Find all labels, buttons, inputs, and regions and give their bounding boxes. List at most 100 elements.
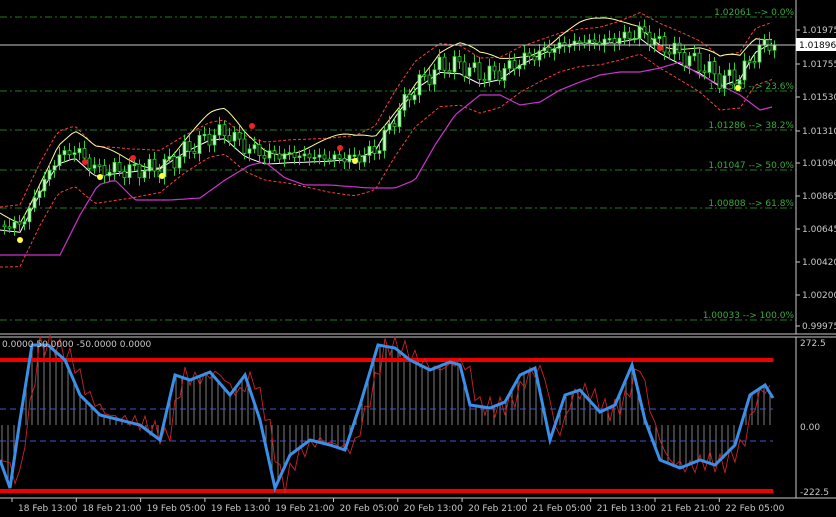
candle-body xyxy=(267,150,272,159)
candle-body xyxy=(547,47,552,53)
candle-body xyxy=(422,74,427,77)
candle-body xyxy=(507,60,512,69)
candle-body xyxy=(467,67,472,77)
candle-body xyxy=(637,26,642,39)
candle-body xyxy=(722,75,727,89)
candle-body xyxy=(377,150,382,154)
candle-body xyxy=(662,36,667,53)
candle-body xyxy=(652,38,657,46)
candle-body xyxy=(102,165,107,177)
candle-body xyxy=(52,165,57,171)
candle-body xyxy=(602,38,607,46)
candle-body xyxy=(247,148,252,154)
candle-body xyxy=(537,50,542,61)
candle-body xyxy=(227,135,232,142)
candle-body xyxy=(62,150,67,156)
candle-body xyxy=(217,124,222,136)
candle-body xyxy=(617,37,622,45)
price-tick-label: 1.00200 xyxy=(802,291,836,301)
candle-body xyxy=(42,178,47,192)
candle-body xyxy=(87,157,92,169)
candle-body xyxy=(252,144,257,150)
candle-body xyxy=(272,150,277,155)
price-tick-label: 1.00865 xyxy=(802,192,836,202)
oscillator-pane[interactable]: 0.0000 50.0000 -50.0000 0.0000 xyxy=(0,334,775,494)
candle-body xyxy=(197,134,202,154)
candle-body xyxy=(312,156,317,160)
candle-body xyxy=(647,31,652,46)
candle-body xyxy=(632,37,637,41)
candle-body xyxy=(67,150,72,155)
candle-body xyxy=(747,60,752,63)
candle-body xyxy=(382,129,387,152)
price-tick-label: 1.01090 xyxy=(802,159,836,169)
candle-body xyxy=(387,123,392,131)
candle-body xyxy=(122,171,127,178)
price-tick-label: 1.01310 xyxy=(802,127,836,137)
price-tick-label: 1.00420 xyxy=(802,258,836,268)
candle-body xyxy=(167,156,172,160)
candle-body xyxy=(762,39,767,46)
candle-body xyxy=(472,62,477,68)
candle-body xyxy=(222,124,227,137)
time-tick-label: 19 Feb 13:00 xyxy=(211,504,270,514)
candle-body xyxy=(392,123,397,128)
candle-body xyxy=(357,154,362,163)
candle-body xyxy=(7,226,12,229)
candle-body xyxy=(592,39,597,43)
candle-body xyxy=(752,61,757,64)
candle-body xyxy=(77,148,82,154)
fib-label: 1.01286 --> 38.2% xyxy=(708,121,794,131)
time-tick-label: 20 Feb 05:00 xyxy=(340,504,399,514)
time-axis[interactable]: 18 Feb 13:00 18 Feb 21:00 19 Feb 05:00 19 F… xyxy=(11,498,785,514)
candle-body xyxy=(457,56,462,63)
candle-body xyxy=(692,52,697,57)
candle-body xyxy=(407,93,412,101)
upper-yellow-line xyxy=(0,17,773,224)
candle-body xyxy=(687,55,692,67)
candle-body xyxy=(367,145,372,156)
candle-body xyxy=(332,154,337,160)
osc-tick-label: 0.00 xyxy=(800,423,820,433)
signal-dot xyxy=(352,158,358,164)
candle-body xyxy=(657,36,662,40)
candle-body xyxy=(397,109,402,128)
trading-chart[interactable]: 1.02061 --> 0.0%1.01530 --> 23.6%1.01286… xyxy=(0,0,836,517)
price-tick-label: 1.00645 xyxy=(802,225,836,235)
candle-body xyxy=(522,52,527,66)
price-pane[interactable]: 1.02061 --> 0.0%1.01530 --> 23.6%1.01286… xyxy=(0,8,796,321)
candle-body xyxy=(622,31,627,39)
candle-body xyxy=(352,154,357,157)
candle-body xyxy=(232,131,237,142)
candle-body xyxy=(497,70,502,81)
candle-body xyxy=(432,69,437,85)
signal-dot xyxy=(130,155,136,161)
price-tick-label: 1.01755 xyxy=(802,60,836,70)
candle-body xyxy=(582,42,587,45)
candle-body xyxy=(182,141,187,157)
fib-label: 1.01047 --> 50.0% xyxy=(708,161,794,171)
candle-body xyxy=(462,61,467,77)
price-axis[interactable]: 1.01975 1.01755 1.01530 1.01310 1.01090 1.008… xyxy=(795,0,836,498)
candle-body xyxy=(207,133,212,146)
candle-body xyxy=(262,155,267,159)
osc-tick-label: 272.5 xyxy=(800,339,826,349)
candle-body xyxy=(552,48,557,53)
candle-body xyxy=(737,79,742,85)
candle-body xyxy=(282,153,287,160)
time-tick-label: 18 Feb 21:00 xyxy=(82,504,141,514)
time-tick-label: 21 Feb 13:00 xyxy=(597,504,656,514)
signal-dot xyxy=(17,237,23,243)
price-tick-label: 1.01975 xyxy=(802,26,836,36)
signal-dot xyxy=(82,159,88,165)
candle-body xyxy=(17,221,22,225)
candle-body xyxy=(707,61,712,73)
candle-body xyxy=(152,158,157,172)
candle-body xyxy=(587,39,592,44)
candle-body xyxy=(237,131,242,140)
candle-body xyxy=(607,38,612,41)
candle-body xyxy=(362,155,367,163)
candle-body xyxy=(57,154,62,167)
candle-body xyxy=(627,31,632,40)
oscillator-histogram xyxy=(1,345,771,483)
